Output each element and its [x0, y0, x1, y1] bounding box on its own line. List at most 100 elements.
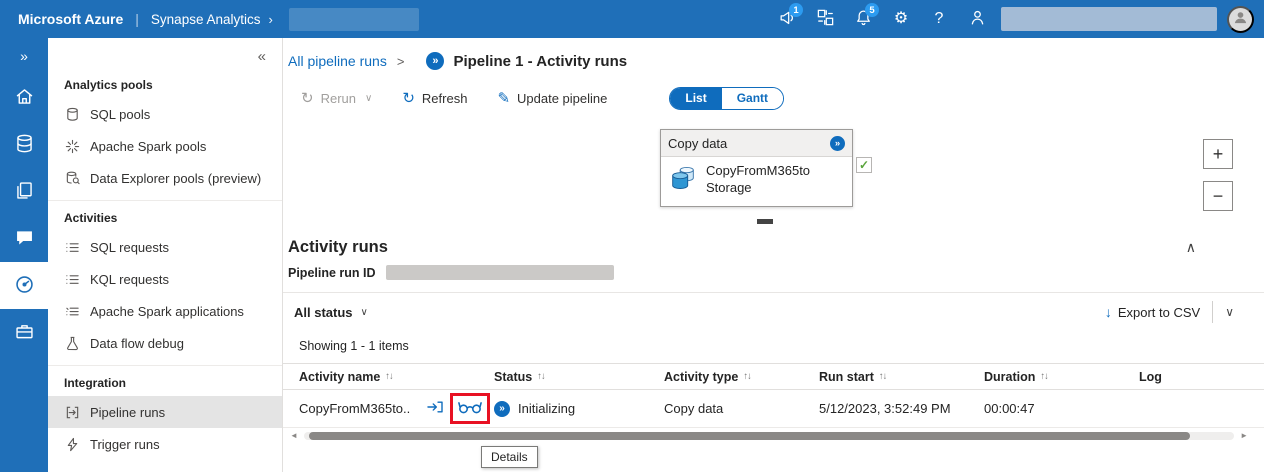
rerun-icon: ↻ — [301, 89, 314, 107]
section-analytics-pools: Analytics pools SQL pools Apache Spark p… — [48, 68, 282, 194]
toggle-list-view[interactable]: List — [670, 87, 722, 109]
more-options-chevron[interactable]: ∨ — [1225, 305, 1234, 319]
sidebar-item-kql-requests[interactable]: KQL requests — [48, 263, 282, 295]
kql-requests-icon — [64, 271, 80, 287]
sidebar-item-label: Pipeline runs — [90, 404, 166, 420]
view-toggle: List Gantt — [669, 86, 785, 110]
toggle-gantt-view[interactable]: Gantt — [721, 87, 784, 109]
rerun-button[interactable]: ↻ Rerun ∨ — [301, 91, 372, 106]
sidebar-item-data-flow-debug[interactable]: Data flow debug — [48, 327, 282, 359]
canvas-slider-handle[interactable] — [757, 219, 773, 224]
filter-row: All status ∨ ↓ Export to CSV ∨ — [283, 293, 1264, 331]
collapse-panel-chevron[interactable]: ∧ — [1186, 239, 1196, 256]
account-avatar[interactable] — [1227, 5, 1254, 33]
update-pipeline-button[interactable]: ✎ Update pipeline — [497, 91, 607, 106]
chevron-right-icon: › — [268, 11, 273, 27]
sort-icon: ↑↓ — [743, 371, 751, 382]
manage-toolbox-icon — [14, 321, 35, 345]
column-label: Log — [1139, 369, 1162, 384]
sort-icon: ↑↓ — [385, 371, 393, 382]
scrollbar-thumb[interactable] — [308, 431, 1191, 440]
product-name[interactable]: Synapse Analytics — [151, 12, 261, 27]
sidebar-item-spark-applications[interactable]: Apache Spark applications — [48, 295, 282, 327]
settings-button[interactable]: ⚙ — [885, 4, 917, 34]
feedback-button[interactable] — [961, 4, 993, 34]
input-arrow-icon — [426, 400, 444, 417]
status-filter-label: All status — [294, 304, 353, 320]
cell-status: » Initializing — [494, 400, 664, 417]
sidebar-item-label: Apache Spark pools — [90, 138, 207, 154]
status-filter-dropdown[interactable]: All status ∨ — [294, 305, 368, 320]
pipeline-run-id-label: Pipeline run ID — [288, 265, 376, 280]
expand-rail-button[interactable]: » — [0, 38, 48, 74]
column-status[interactable]: Status ↑↓ — [494, 370, 664, 384]
rail-item-develop[interactable] — [0, 168, 48, 215]
export-to-csv-label: Export to CSV — [1117, 304, 1201, 320]
pipeline-run-icon: » — [426, 52, 445, 70]
scroll-left-arrow[interactable]: ◄ — [288, 431, 300, 440]
node-body: CopyFromM365toStorage — [661, 157, 852, 206]
column-run-start[interactable]: Run start ↑↓ — [819, 370, 984, 384]
column-log: Log — [1139, 370, 1264, 384]
home-icon — [14, 86, 35, 110]
rail-item-data[interactable] — [0, 121, 48, 168]
switch-directory-button[interactable] — [809, 4, 841, 34]
section-activities: Activities SQL requests KQL requests Apa… — [48, 200, 282, 359]
input-output-button[interactable] — [426, 400, 444, 417]
zoom-out-button[interactable]: − — [1203, 181, 1233, 211]
pipeline-run-id-redacted — [385, 265, 614, 280]
node-activity-name: CopyFromM365toStorage — [706, 163, 811, 195]
column-activity-type[interactable]: Activity type ↑↓ — [664, 370, 819, 384]
announcements-button[interactable]: 1 — [771, 3, 803, 34]
spark-applications-icon — [64, 303, 80, 319]
row-action-icons — [426, 393, 490, 424]
monitor-sidebar: « Analytics pools SQL pools Apache Spark… — [48, 38, 283, 472]
sidebar-item-data-explorer-pools[interactable]: Data Explorer pools (preview) — [48, 162, 282, 194]
details-button[interactable] — [458, 401, 482, 417]
switch-directory-icon — [816, 8, 835, 30]
section-title: Activities — [64, 211, 118, 225]
brand-separator: | — [135, 11, 139, 27]
scrollbar-track[interactable] — [303, 431, 1235, 440]
column-activity-name[interactable]: Activity name ↑↓ — [299, 370, 494, 384]
sidebar-item-label: Trigger runs — [90, 436, 160, 452]
data-flow-debug-icon — [64, 335, 80, 351]
sidebar-item-spark-pools[interactable]: Apache Spark pools — [48, 130, 282, 162]
sidebar-item-label: KQL requests — [90, 271, 170, 287]
rail-item-manage[interactable] — [0, 309, 48, 356]
sidebar-item-label: SQL requests — [90, 239, 170, 255]
help-icon: ? — [934, 10, 944, 27]
rail-item-integrate[interactable] — [0, 215, 48, 262]
rail-item-monitor[interactable] — [0, 262, 48, 309]
pipeline-runs-icon — [64, 404, 80, 420]
column-duration[interactable]: Duration ↑↓ — [984, 370, 1139, 384]
sidebar-item-pipeline-runs[interactable]: Pipeline runs — [48, 396, 282, 428]
refresh-button[interactable]: ↻ Refresh — [402, 91, 467, 106]
activity-runs-header: Activity runs ∧ — [283, 232, 1264, 257]
sidebar-item-label: Apache Spark applications — [90, 303, 244, 319]
help-button[interactable]: ? — [923, 4, 955, 34]
rail-item-home[interactable] — [0, 74, 48, 121]
copy-data-activity-node[interactable]: Copy data » CopyFromM365toStorage — [660, 129, 853, 207]
export-to-csv-button[interactable]: ↓ Export to CSV — [1105, 304, 1200, 320]
sidebar-item-trigger-runs[interactable]: Trigger runs — [48, 428, 282, 460]
search-box-redacted[interactable] — [1001, 7, 1217, 31]
sort-icon: ↑↓ — [878, 371, 887, 382]
left-rail: » — [0, 38, 48, 472]
workspace-name-redacted — [288, 7, 419, 31]
notifications-button[interactable]: 5 — [847, 3, 879, 34]
azure-brand[interactable]: Microsoft Azure — [18, 11, 123, 27]
body-wrap: » « Analytics pools SQL pools Apache Spa… — [0, 38, 1264, 472]
rerun-label: Rerun — [320, 90, 356, 106]
sql-requests-icon — [64, 239, 80, 255]
zoom-in-button[interactable]: + — [1203, 139, 1233, 169]
collapse-sidebar-button[interactable]: « — [48, 44, 282, 68]
node-success-checkbox[interactable]: ✓ — [856, 157, 872, 173]
sql-pools-icon — [64, 106, 80, 122]
sidebar-item-sql-requests[interactable]: SQL requests — [48, 231, 282, 263]
breadcrumb-all-pipeline-runs-link[interactable]: All pipeline runs — [288, 53, 387, 69]
node-run-icon: » — [830, 135, 845, 151]
synapse-analytics-window: Microsoft Azure | Synapse Analytics › 1 — [0, 0, 1264, 472]
sidebar-item-sql-pools[interactable]: SQL pools — [48, 98, 282, 130]
scroll-right-arrow[interactable]: ► — [1238, 431, 1250, 440]
